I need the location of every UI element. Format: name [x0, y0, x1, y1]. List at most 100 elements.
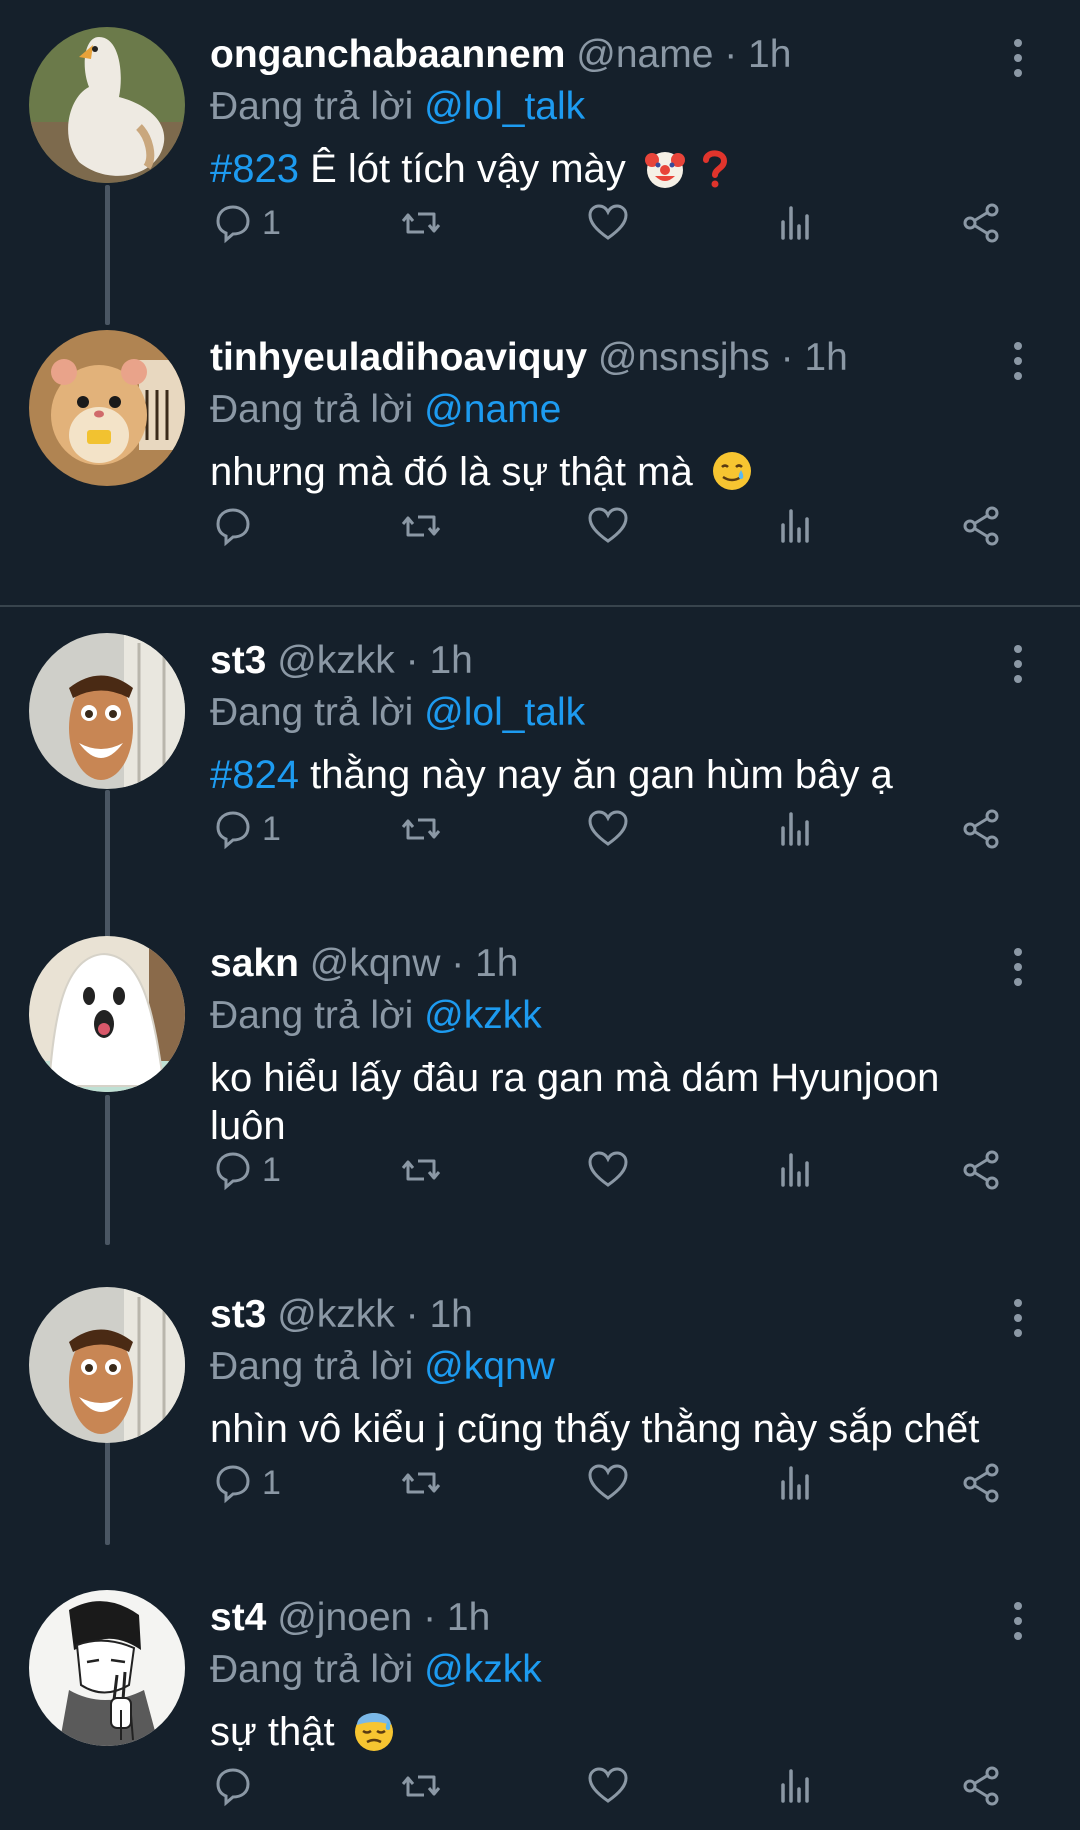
- tweet-actions: 1: [210, 1144, 1010, 1196]
- tweet[interactable]: st4 @jnoen · 1h Đang trả lời @kzkk sự th…: [0, 1590, 1080, 1830]
- like-button[interactable]: [585, 1457, 631, 1509]
- reply-icon: [216, 1152, 250, 1191]
- tweet-header: onganchabaannem @name · 1h: [210, 31, 791, 79]
- share-icon: [963, 809, 999, 849]
- views-icon: [781, 206, 809, 240]
- display-name[interactable]: sakn: [210, 942, 299, 985]
- mention-link[interactable]: @name: [424, 388, 561, 431]
- views-button[interactable]: [772, 1144, 818, 1196]
- replying-to: Đang trả lời @kzkk: [210, 1646, 542, 1694]
- tweet-actions: 1: [210, 197, 1010, 249]
- avatar[interactable]: [29, 330, 185, 486]
- more-vertical-icon[interactable]: [1005, 1297, 1031, 1339]
- views-button[interactable]: [772, 803, 818, 855]
- reply-button[interactable]: 1: [210, 197, 281, 249]
- display-name[interactable]: st3: [210, 639, 266, 682]
- mention-link[interactable]: @kzkk: [424, 994, 542, 1037]
- tweet[interactable]: st3 @kzkk · 1h Đang trả lời @lol_talk #8…: [0, 633, 1080, 893]
- tweet-actions: [210, 1760, 1010, 1812]
- views-icon: [781, 509, 809, 543]
- like-button[interactable]: [585, 1760, 631, 1812]
- like-button[interactable]: [585, 1144, 631, 1196]
- retweet-icon: [401, 1472, 441, 1494]
- hashtag-link[interactable]: #823: [210, 147, 299, 191]
- manga-avatar-image: [29, 1590, 185, 1746]
- tweet[interactable]: tinhyeuladihoaviquy @nsnsjhs · 1h Đang t…: [0, 330, 1080, 590]
- display-name[interactable]: onganchabaannem: [210, 33, 565, 76]
- tweet-text: ko hiểu lấy đâu ra gan mà dám Hyunjoon l…: [210, 1054, 980, 1150]
- share-icon: [963, 1463, 999, 1503]
- more-vertical-icon[interactable]: [1005, 37, 1031, 79]
- tweet-header: st4 @jnoen · 1h: [210, 1594, 490, 1642]
- share-button[interactable]: [958, 1457, 1004, 1509]
- views-button[interactable]: [772, 500, 818, 552]
- retweet-button[interactable]: [398, 803, 444, 855]
- handle-timestamp: @jnoen · 1h: [277, 1596, 491, 1639]
- views-button[interactable]: [772, 197, 818, 249]
- tweet-header: sakn @kqnw · 1h: [210, 940, 518, 988]
- tweet-text-content: sự thật: [210, 1710, 335, 1754]
- reply-icon: [216, 1768, 250, 1807]
- avatar[interactable]: [29, 633, 185, 789]
- more-vertical-icon[interactable]: [1005, 340, 1031, 382]
- retweet-button[interactable]: [398, 1760, 444, 1812]
- reply-button[interactable]: 1: [210, 1144, 281, 1196]
- mention-link[interactable]: @kzkk: [424, 1648, 542, 1691]
- tweet-text-content: ko hiểu lấy đâu ra gan mà dám Hyunjoon l…: [210, 1056, 940, 1148]
- display-name[interactable]: tinhyeuladihoaviquy: [210, 336, 587, 379]
- share-button[interactable]: [958, 1760, 1004, 1812]
- reply-icon: [216, 811, 250, 850]
- display-name[interactable]: st3: [210, 1293, 266, 1336]
- hashtag-link[interactable]: #824: [210, 753, 299, 797]
- views-button[interactable]: [772, 1760, 818, 1812]
- mention-link[interactable]: @kqnw: [424, 1345, 555, 1388]
- clown-face-emoji: [644, 152, 685, 188]
- more-vertical-icon[interactable]: [1005, 643, 1031, 685]
- like-button[interactable]: [585, 197, 631, 249]
- tweet[interactable]: st3 @kzkk · 1h Đang trả lời @kqnw nhìn v…: [0, 1287, 1080, 1547]
- reply-button[interactable]: 1: [210, 1457, 281, 1509]
- retweet-button[interactable]: [398, 1144, 444, 1196]
- tweet-header: st3 @kzkk · 1h: [210, 637, 473, 685]
- avatar[interactable]: [29, 1590, 185, 1746]
- retweet-icon: [401, 515, 441, 537]
- replying-to-label: Đang trả lời: [210, 1648, 425, 1691]
- share-button[interactable]: [958, 803, 1004, 855]
- reply-feed: onganchabaannem @name · 1h Đang trả lời …: [0, 0, 1080, 1830]
- tweet[interactable]: sakn @kqnw · 1h Đang trả lời @kzkk ko hi…: [0, 936, 1080, 1236]
- more-vertical-icon[interactable]: [1005, 946, 1031, 988]
- views-button[interactable]: [772, 1457, 818, 1509]
- retweet-button[interactable]: [398, 1457, 444, 1509]
- retweet-button[interactable]: [398, 197, 444, 249]
- replying-to-label: Đang trả lời: [210, 1345, 425, 1388]
- tweet-text: #824 thằng này nay ăn gan hùm bây ạ: [210, 751, 990, 799]
- more-vertical-icon[interactable]: [1005, 1600, 1031, 1642]
- tweet-text: nhưng mà đó là sự thật mà: [210, 448, 990, 496]
- reply-icon: [216, 205, 250, 244]
- tweet[interactable]: onganchabaannem @name · 1h Đang trả lời …: [0, 27, 1080, 287]
- retweet-button[interactable]: [398, 500, 444, 552]
- replying-to-label: Đang trả lời: [210, 994, 425, 1037]
- tweet-text-content: Ê lót tích vậy mày: [298, 147, 626, 191]
- heart-icon: [588, 507, 628, 543]
- like-button[interactable]: [585, 803, 631, 855]
- display-name[interactable]: st4: [210, 1596, 266, 1639]
- tweet-text: sự thật: [210, 1708, 990, 1756]
- reply-button[interactable]: 1: [210, 803, 281, 855]
- mention-link[interactable]: @lol_talk: [424, 691, 585, 734]
- heart-icon: [588, 1151, 628, 1187]
- avatar[interactable]: [29, 27, 185, 183]
- mention-link[interactable]: @lol_talk: [424, 85, 585, 128]
- avatar[interactable]: [29, 936, 185, 1092]
- retweet-icon: [401, 1159, 441, 1181]
- replying-to: Đang trả lời @lol_talk: [210, 83, 585, 131]
- share-button[interactable]: [958, 500, 1004, 552]
- share-button[interactable]: [958, 1144, 1004, 1196]
- avatar[interactable]: [29, 1287, 185, 1443]
- reply-button[interactable]: [210, 1760, 262, 1812]
- share-button[interactable]: [958, 197, 1004, 249]
- reply-button[interactable]: [210, 500, 262, 552]
- retweet-icon: [401, 212, 441, 234]
- retweet-icon: [401, 1775, 441, 1797]
- like-button[interactable]: [585, 500, 631, 552]
